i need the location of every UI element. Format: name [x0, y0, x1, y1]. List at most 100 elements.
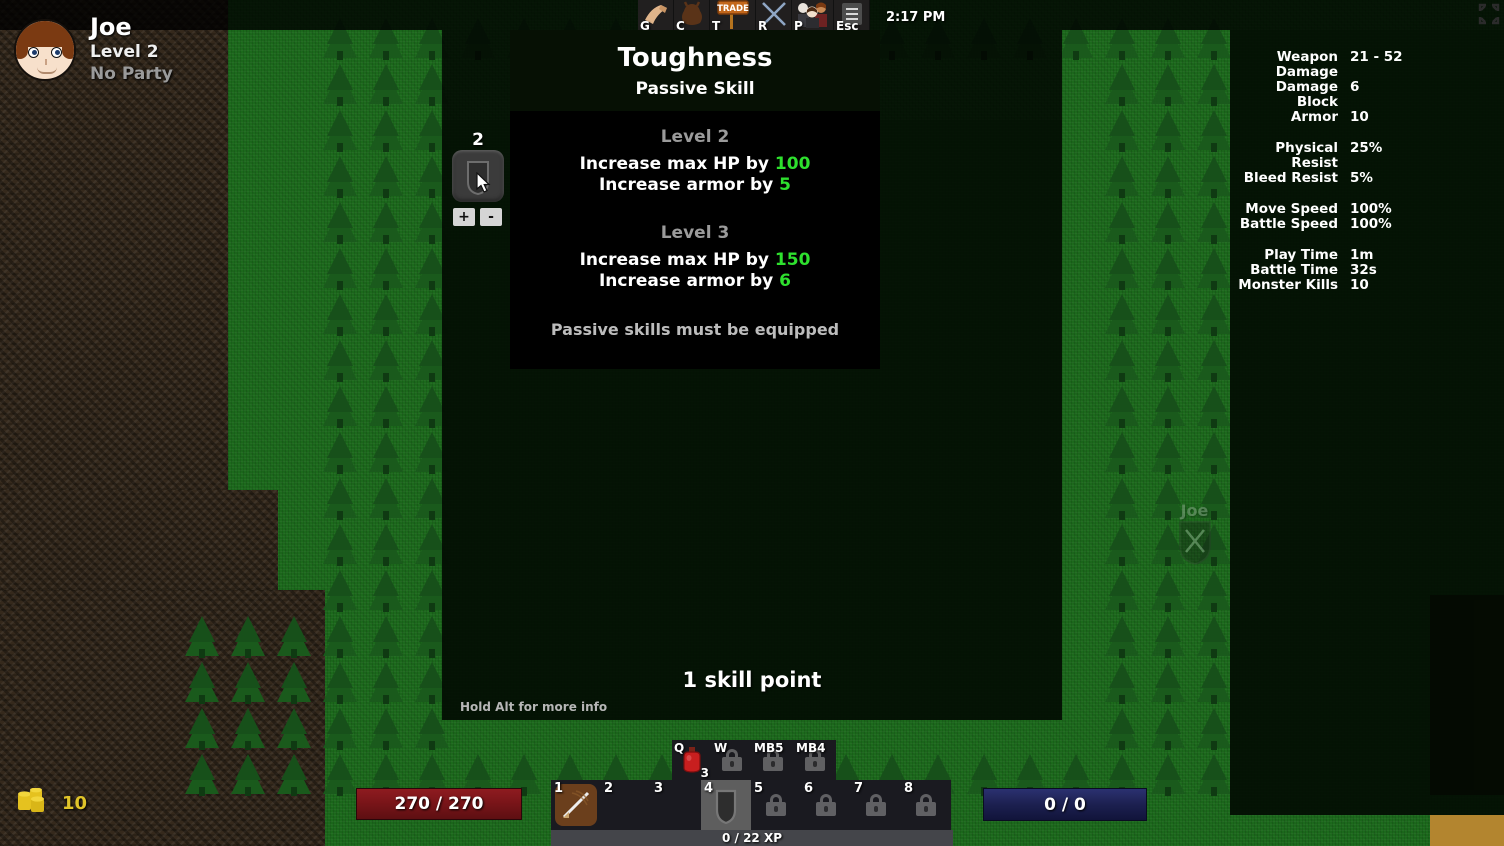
tooltip-title: Toughness [617, 43, 773, 73]
mouse-cursor [476, 171, 492, 198]
tree [362, 432, 410, 480]
stat-value: 25% [1350, 140, 1383, 156]
tree [316, 524, 364, 572]
util-slot-q[interactable]: Q3 [672, 740, 712, 780]
tree [1098, 202, 1146, 250]
util-hotkey: MB4 [796, 741, 826, 755]
action-slot-3[interactable]: 3 [651, 780, 701, 830]
alt-hint-label: Hold Alt for more info [460, 700, 608, 714]
tree [316, 294, 364, 342]
tree [1098, 478, 1146, 526]
tree [362, 156, 410, 204]
action-slot-4[interactable]: 4 [701, 780, 751, 830]
tree [1144, 202, 1192, 250]
tree [1144, 340, 1192, 388]
tree [1144, 616, 1192, 664]
tree [1144, 110, 1192, 158]
stat-label: Play Time [1264, 247, 1338, 263]
stat-value: 10 [1350, 277, 1369, 293]
tree [1098, 294, 1146, 342]
menu-button-battle[interactable]: R [756, 0, 792, 33]
menu-button-inventory[interactable]: C [674, 0, 710, 33]
stats-panel: Weapon Damage 21 - 52 Damage Block 6 Armor 10… [1230, 30, 1504, 815]
util-slot-w[interactable]: W [712, 740, 752, 780]
tree [316, 156, 364, 204]
tree [362, 248, 410, 296]
stat-row: Battle Speed 100% [1230, 217, 1464, 232]
action-slot-1[interactable]: 1 [551, 780, 601, 830]
effect-text: Increase max HP by [579, 249, 775, 270]
tree [1098, 570, 1146, 618]
stat-row: Move Speed 100% [1230, 202, 1464, 217]
item-count: 3 [700, 766, 709, 780]
tree [316, 64, 364, 112]
stat-row: Weapon Damage 21 - 52 [1230, 50, 1464, 80]
util-slot-mb5[interactable]: MB5 [752, 740, 794, 780]
skill-adjust-row[interactable]: + - [453, 208, 504, 226]
action-bar[interactable]: 1 2 3 4 5 6 7 8 [551, 780, 951, 830]
trade-icon: TRADE [716, 0, 750, 33]
stat-label: Physical Resist [1275, 140, 1338, 171]
action-slot-8[interactable]: 8 [901, 780, 951, 830]
stats-list: Weapon Damage 21 - 52 Damage Block 6 Armor 10… [1230, 30, 1504, 293]
lock-icon [866, 794, 886, 816]
stat-label: Move Speed [1245, 201, 1338, 217]
tree [362, 202, 410, 250]
fullscreen-expand-icon[interactable] [1478, 3, 1500, 25]
stat-value: 6 [1350, 79, 1360, 95]
stat-value: 21 - 52 [1350, 49, 1403, 65]
action-slot-2[interactable]: 2 [601, 780, 651, 830]
stat-row: Battle Time 32s [1230, 263, 1464, 278]
tree [316, 570, 364, 618]
skill-point-label: 1 skill point [682, 668, 822, 692]
stat-row: Damage Block 6 [1230, 80, 1464, 110]
action-slot-number: 2 [604, 781, 614, 796]
action-slot-6[interactable]: 6 [801, 780, 851, 830]
tree [1144, 156, 1192, 204]
menu-button-party[interactable]: P [792, 0, 834, 33]
action-slot-number: 4 [704, 781, 714, 796]
tree [1098, 386, 1146, 434]
action-slot-number: 3 [654, 781, 664, 796]
stat-row: Bleed Resist 5% [1230, 171, 1464, 186]
tree [178, 754, 226, 802]
tree [1098, 432, 1146, 480]
building-floor [1430, 815, 1504, 846]
tooltip-level-heading: Level 3 [660, 222, 730, 243]
tree [1098, 110, 1146, 158]
action-slot-5[interactable]: 5 [751, 780, 801, 830]
utility-bar[interactable]: Q 3 W MB5 MB4 [672, 740, 836, 780]
action-slot-number: 8 [904, 781, 914, 796]
util-hotkey: W [714, 741, 728, 755]
gold-count: 10 [62, 792, 88, 814]
menu-button-trade[interactable]: TRADE T [710, 0, 756, 33]
lock-icon [816, 794, 836, 816]
menu-button-gear[interactable]: G [638, 0, 674, 33]
effect-value: 150 [774, 249, 811, 270]
avatar [14, 18, 76, 81]
tooltip-effect: Increase armor by 5 [510, 175, 880, 196]
xp-bar: 0 / 22 XP [551, 830, 953, 846]
tree [316, 708, 364, 756]
tree [270, 662, 318, 710]
tree [270, 616, 318, 664]
stat-label: Armor [1290, 109, 1338, 125]
tree [362, 708, 410, 756]
tree [1144, 248, 1192, 296]
game-clock: 2:17 PM [886, 10, 946, 25]
tooltip-effect: Increase max HP by 100 [510, 154, 880, 175]
mana-value: 0 / 0 [1044, 794, 1086, 815]
stat-label: Battle Time [1250, 262, 1338, 278]
tree [362, 662, 410, 710]
skill-decrease-button[interactable]: - [480, 208, 502, 226]
tree [1098, 340, 1146, 388]
skill-increase-button[interactable]: + [453, 208, 475, 226]
action-slot-7[interactable]: 7 [851, 780, 901, 830]
util-slot-mb4[interactable]: MB4 [794, 740, 836, 780]
stat-value: 100% [1350, 201, 1392, 217]
tree [316, 202, 364, 250]
menu-button-menu[interactable]: Esc [834, 0, 870, 33]
action-slot-number: 6 [804, 781, 814, 796]
top-menu-bar[interactable]: G C TRADE T R P Esc [638, 0, 870, 33]
stat-value: 10 [1350, 109, 1369, 125]
